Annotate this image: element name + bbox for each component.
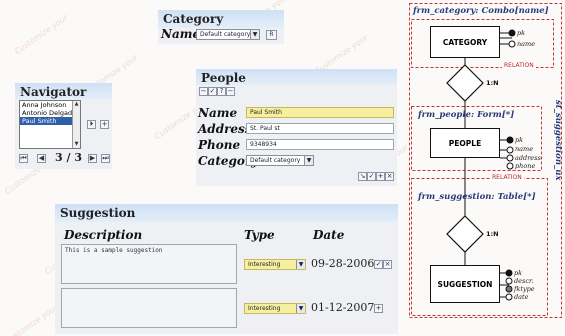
- attr-suggestion-pk: pk: [514, 269, 523, 277]
- entity-suggestion-name: SUGGESTION: [437, 279, 493, 289]
- entity-suggestion: SUGGESTION: [430, 265, 500, 303]
- frm-people-label: frm_people: Form[*]: [418, 110, 515, 120]
- entity-people-name: PEOPLE: [448, 138, 482, 148]
- screenshot-canvas: Customize your Customize your Customize …: [0, 0, 565, 336]
- attr-people-address: address: [515, 154, 541, 162]
- st-suggestion-label: st_suggestion_ux: [553, 100, 563, 181]
- entity-category-name: CATEGORY: [442, 37, 488, 47]
- attr-people-pk: pk: [515, 136, 524, 144]
- attr-suggestion-fktype: fktype: [514, 285, 535, 293]
- entity-people: PEOPLE: [430, 128, 500, 158]
- attr-people-phone: phone: [515, 162, 536, 170]
- entity-category: CATEGORY: [430, 26, 500, 58]
- attr-category-name: name: [517, 40, 536, 48]
- cardinality-label: 1:N: [486, 79, 499, 87]
- frm-suggestion-label: frm_suggestion: Table[*]: [418, 192, 536, 202]
- attr-suggestion-date: date: [514, 293, 529, 301]
- cardinality-label-2: 1:N: [486, 230, 499, 238]
- attr-people-name: name: [515, 145, 534, 153]
- attr-category-pk: pk: [517, 29, 526, 37]
- relation-label: RELATION: [502, 62, 536, 69]
- attr-suggestion-descr: descr.: [514, 277, 534, 285]
- relation-label-2: RELATION: [490, 174, 524, 181]
- frm-category-label: frm_category: Combo[name]: [413, 6, 549, 16]
